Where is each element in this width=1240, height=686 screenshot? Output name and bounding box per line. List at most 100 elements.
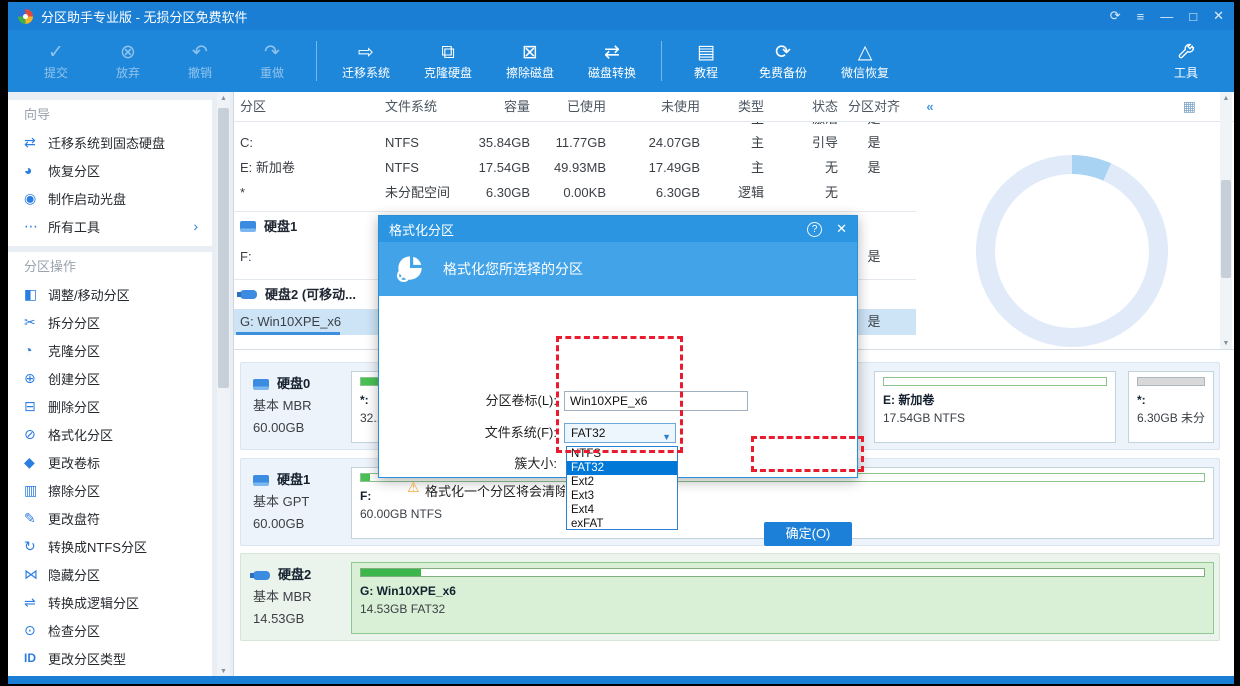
- discard-button[interactable]: ⊗ 放弃: [92, 42, 164, 80]
- col-alignment[interactable]: 分区对齐: [838, 92, 910, 122]
- usb-drive-icon: [240, 290, 257, 299]
- sidebar-section-wizards: 向导: [8, 100, 212, 128]
- tutorial-button[interactable]: ▤ 教程: [670, 42, 742, 80]
- disk1-meta: 基本 GPT: [253, 491, 310, 513]
- sidebar-item-hide-partition[interactable]: ⋈ 隐藏分区: [8, 560, 212, 588]
- maximize-button[interactable]: □: [1189, 9, 1197, 24]
- resize-icon: ◧: [24, 286, 48, 303]
- col-type[interactable]: 类型: [700, 92, 764, 122]
- sidebar-item-format-partition[interactable]: ⊘ 格式化分区: [8, 420, 212, 448]
- disk2-partition-g-selected[interactable]: G: Win10XPE_x6 14.53GB FAT32: [351, 562, 1214, 634]
- sidebar-item-recover-partition[interactable]: ◕ 恢复分区: [8, 156, 212, 184]
- convert-disk-button[interactable]: ⇄ 磁盘转换: [571, 42, 653, 80]
- wipe-disk-button[interactable]: ⊠ 擦除磁盘: [489, 42, 571, 80]
- disk1-size: 60.00GB: [253, 513, 310, 535]
- col-used[interactable]: 已使用: [530, 92, 606, 122]
- sidebar-item-convert-logical[interactable]: ⇌ 转换成逻辑分区: [8, 588, 212, 616]
- filesystem-label: 文件系统(F):: [409, 423, 557, 443]
- sidebar-scrollbar[interactable]: ▲ ▼: [217, 92, 230, 678]
- cluster-size-label: 簇大小:: [409, 454, 557, 474]
- hide-icon: ⋈: [24, 566, 48, 583]
- sidebar-item-migrate-os[interactable]: ⇄ 迁移系统到固态硬盘: [8, 128, 212, 156]
- migrate-os-button[interactable]: ⇨ 迁移系统: [325, 42, 407, 80]
- sidebar-item-bootable-media[interactable]: ◉ 制作启动光盘: [8, 184, 212, 212]
- minimize-button[interactable]: —: [1160, 9, 1173, 24]
- hdd-icon: [253, 379, 269, 390]
- eraser-icon: ▥: [24, 482, 48, 499]
- scrollbar-thumb[interactable]: [218, 108, 229, 388]
- sidebar-item-convert-ntfs[interactable]: ↻ 转换成NTFS分区: [8, 532, 212, 560]
- dialog-titlebar: 格式化分区 ? ✕: [379, 216, 857, 242]
- col-capacity[interactable]: 容量: [460, 92, 530, 122]
- clone-disk-button[interactable]: ⧉ 克隆硬盘: [407, 42, 489, 80]
- collapse-columns-icon[interactable]: «: [910, 92, 950, 122]
- col-filesystem[interactable]: 文件系统: [385, 92, 460, 122]
- free-backup-button[interactable]: ⟳ 免费备份: [742, 42, 824, 80]
- sidebar-item-change-partition-type[interactable]: ID 更改分区类型: [8, 644, 212, 672]
- annotation-box-filesystem: [556, 336, 683, 453]
- disk0-partition-e[interactable]: E: 新加卷 17.54GB NTFS: [874, 371, 1116, 443]
- commit-button[interactable]: ✓ 提交: [20, 42, 92, 80]
- sidebar-section-partition-ops: 分区操作: [8, 252, 212, 280]
- scroll-down-icon[interactable]: ▼: [1220, 337, 1232, 350]
- undo-button[interactable]: ↶ 撤销: [164, 42, 236, 80]
- magnifier-icon: ⊙: [24, 622, 48, 639]
- help-icon[interactable]: ?: [807, 222, 822, 237]
- sidebar-item-resize-move[interactable]: ◧ 调整/移动分区: [8, 280, 212, 308]
- usb-drive-icon: [253, 571, 270, 580]
- ok-button[interactable]: 确定(O): [764, 522, 852, 546]
- option-exfat[interactable]: exFAT: [567, 517, 677, 531]
- option-ext2[interactable]: Ext2: [567, 475, 677, 489]
- col-partition[interactable]: 分区: [240, 92, 385, 122]
- col-unused[interactable]: 未使用: [606, 92, 700, 122]
- menu-icon[interactable]: ≡: [1137, 9, 1145, 24]
- option-ext3[interactable]: Ext3: [567, 489, 677, 503]
- table-row-c[interactable]: C: NTFS 35.84GB 11.77GB 24.07GB 主 引导 是: [234, 130, 916, 155]
- option-fat32-selected[interactable]: FAT32: [567, 461, 677, 475]
- book-icon: ▤: [697, 42, 715, 66]
- scrollbar-thumb[interactable]: [1221, 180, 1231, 278]
- wechat-recovery-button[interactable]: △ 微信恢复: [824, 42, 906, 80]
- convert-icon: ↻: [24, 538, 48, 555]
- sidebar-item-create-partition[interactable]: ⊕ 创建分区: [8, 364, 212, 392]
- sidebar-item-split[interactable]: ✂ 拆分分区: [8, 308, 212, 336]
- close-button[interactable]: ✕: [1213, 8, 1224, 24]
- refresh-icon[interactable]: ⟳: [1110, 8, 1121, 24]
- sidebar-item-check-partition[interactable]: ⊙ 检查分区: [8, 616, 212, 644]
- warning-icon: ⚠: [407, 479, 420, 496]
- format-warning-text: 格式化一个分区将会清除这个分区上的数据: [425, 481, 565, 500]
- sidebar-item-delete-partition[interactable]: ⊟ 删除分区: [8, 392, 212, 420]
- sidebar-item-clone-partition[interactable]: ◔ 克隆分区: [8, 336, 212, 364]
- tools-button[interactable]: 工具: [1150, 42, 1222, 80]
- annotation-box-ok: [751, 436, 864, 472]
- col-status[interactable]: 状态: [764, 92, 838, 122]
- disk0-unallocated[interactable]: *: 6.30GB 未分配...: [1128, 371, 1214, 443]
- hdd-icon: [253, 475, 269, 486]
- ellipsis-icon: ⋯: [24, 218, 48, 235]
- view-layout-icon[interactable]: ▦: [1183, 98, 1196, 115]
- table-header: 分区 文件系统 容量 已使用 未使用 类型 状态 分区对齐 «: [234, 92, 1234, 122]
- sidebar-item-change-label[interactable]: ◆ 更改卷标: [8, 448, 212, 476]
- table-row-unallocated[interactable]: * 未分配空间 6.30GB 0.00KB 6.30GB 逻辑 无: [234, 180, 916, 205]
- toolbar: ✓ 提交 ⊗ 放弃 ↶ 撤销 ↷ 重做 ⇨ 迁移系统 ⧉ 克隆硬盘 ⊠ 擦除磁盘: [8, 30, 1234, 92]
- clipped-table-row: 主 激活 是: [234, 122, 916, 130]
- option-ext4[interactable]: Ext4: [567, 503, 677, 517]
- check-icon: ✓: [48, 42, 64, 66]
- dialog-close-icon[interactable]: ✕: [836, 221, 847, 237]
- scroll-up-icon[interactable]: ▲: [1220, 92, 1232, 105]
- sidebar-item-all-tools[interactable]: ⋯ 所有工具 ›: [8, 212, 212, 240]
- dialog-title: 格式化分区: [389, 220, 454, 239]
- sidebar-item-wipe-partition[interactable]: ▥ 擦除分区: [8, 476, 212, 504]
- sidebar-item-change-drive-letter[interactable]: ✎ 更改盘符: [8, 504, 212, 532]
- disk0-size: 60.00GB: [253, 417, 312, 439]
- clone-disk-icon: ⧉: [441, 42, 455, 66]
- table-scrollbar[interactable]: ▲ ▼: [1220, 92, 1232, 350]
- scroll-up-icon[interactable]: ▲: [217, 92, 230, 105]
- redo-button[interactable]: ↷ 重做: [236, 42, 308, 80]
- format-icon: ⊘: [24, 426, 48, 443]
- toolbar-separator: [661, 41, 662, 81]
- table-row-e[interactable]: E: 新加卷 NTFS 17.54GB 49.93MB 17.49GB 主 无 …: [234, 155, 916, 180]
- format-partition-icon: [393, 251, 443, 288]
- cancel-circle-icon: ⊗: [120, 42, 136, 66]
- pencil-icon: ✎: [24, 510, 48, 527]
